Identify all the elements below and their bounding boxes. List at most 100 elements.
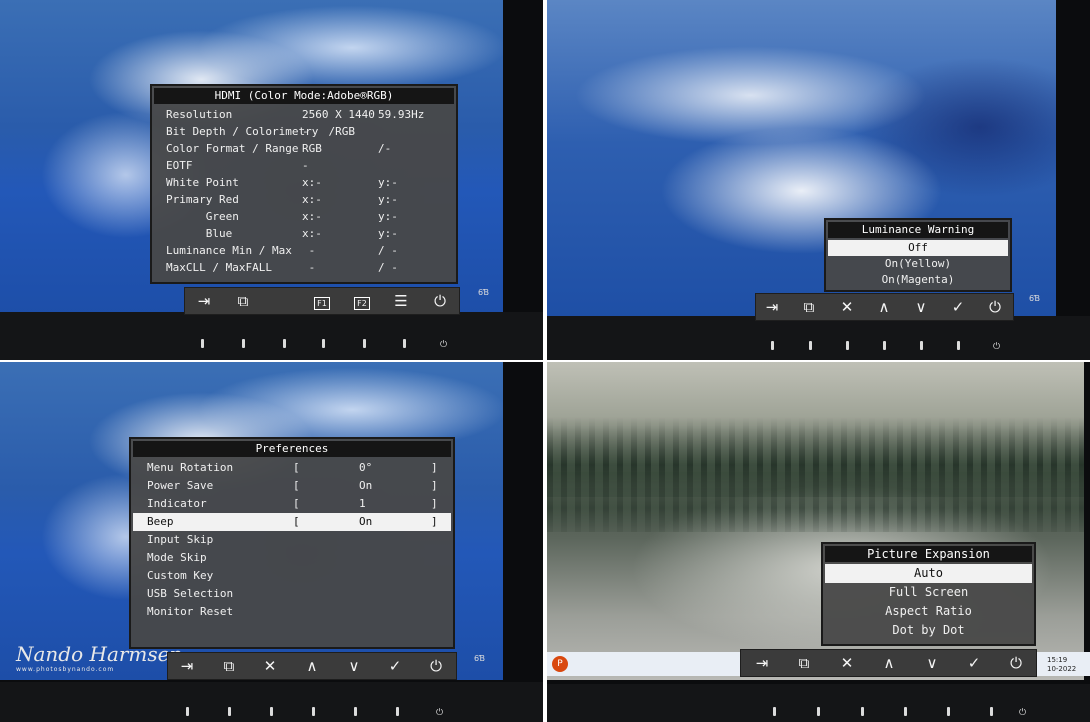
bezel-button[interactable] bbox=[990, 707, 993, 716]
menu-item[interactable]: Custom Key bbox=[133, 567, 451, 585]
osd-button-bar: ⇥ ⧉ F1 F2 ☰ ⏻ bbox=[184, 287, 460, 315]
menu-item-label: Input Skip bbox=[147, 533, 214, 546]
close-icon[interactable]: ✕ bbox=[836, 653, 858, 673]
menu-item[interactable]: Mode Skip bbox=[133, 549, 451, 567]
menu-icon[interactable]: ☰ bbox=[390, 291, 412, 311]
f2-key[interactable]: F2 bbox=[351, 291, 373, 311]
bezel-power-icon[interactable]: ⏻ bbox=[1019, 708, 1026, 718]
signature-name: Nando Harmsen bbox=[16, 642, 183, 666]
color-mode-icon[interactable]: ⧉ bbox=[218, 656, 240, 676]
bezel-button[interactable] bbox=[242, 339, 245, 348]
menu-item-value: On bbox=[359, 515, 373, 528]
bezel-button[interactable] bbox=[771, 341, 774, 350]
power-icon[interactable]: ⏻ bbox=[425, 656, 447, 676]
info-value-1: x:- bbox=[302, 176, 322, 189]
check-icon[interactable]: ✓ bbox=[963, 653, 985, 673]
menu-item[interactable]: Menu Rotation [0°] bbox=[133, 459, 451, 477]
menu-item[interactable]: Beep [On] bbox=[133, 513, 451, 531]
menu-item[interactable]: Monitor Reset bbox=[133, 603, 451, 621]
info-label: MaxCLL / MaxFALL bbox=[166, 261, 272, 274]
bezel-power-icon[interactable]: ⏻ bbox=[993, 342, 1000, 352]
bezel-button[interactable] bbox=[186, 707, 189, 716]
up-arrow-icon[interactable]: ∧ bbox=[301, 656, 323, 676]
up-arrow-icon[interactable]: ∧ bbox=[878, 653, 900, 673]
input-icon[interactable]: ⇥ bbox=[761, 297, 783, 317]
info-value-1: - bbox=[302, 261, 316, 274]
bezel-button[interactable] bbox=[817, 707, 820, 716]
power-icon[interactable]: ⏻ bbox=[1005, 653, 1027, 673]
osd-title: HDMI (Color Mode:Adobe®RGB) bbox=[154, 88, 454, 104]
menu-item[interactable]: Indicator [1] bbox=[133, 495, 451, 513]
bezel-button[interactable] bbox=[809, 341, 812, 350]
menu-option[interactable]: Auto bbox=[825, 564, 1032, 583]
power-icon[interactable]: ⏻ bbox=[984, 297, 1006, 317]
close-icon[interactable]: ✕ bbox=[836, 297, 858, 317]
menu-item-value: On bbox=[359, 479, 373, 492]
menu-item[interactable]: USB Selection bbox=[133, 585, 451, 603]
bezel-power-icon[interactable]: ⏻ bbox=[436, 708, 443, 718]
bezel-button[interactable] bbox=[773, 707, 776, 716]
bezel-button[interactable] bbox=[312, 707, 315, 716]
down-arrow-icon[interactable]: ∨ bbox=[921, 653, 943, 673]
bezel-button[interactable] bbox=[228, 707, 231, 716]
menu-option[interactable]: Dot by Dot bbox=[825, 621, 1032, 640]
bezel-power-icon[interactable]: ⏻ bbox=[440, 340, 447, 350]
menu-option[interactable]: Aspect Ratio bbox=[825, 602, 1032, 621]
info-value-1: - bbox=[302, 244, 316, 257]
bezel-button[interactable] bbox=[322, 339, 325, 348]
color-mode-icon[interactable]: ⧉ bbox=[798, 297, 820, 317]
info-value-1: - /RGB bbox=[302, 125, 355, 138]
down-arrow-icon[interactable]: ∨ bbox=[910, 297, 932, 317]
check-icon[interactable]: ✓ bbox=[384, 656, 406, 676]
signature-url: www.photosbynando.com bbox=[16, 666, 115, 673]
menu-option[interactable]: Off bbox=[828, 240, 1008, 256]
osd-title: Picture Expansion bbox=[825, 546, 1032, 562]
info-value-2: y:- bbox=[378, 176, 398, 189]
bezel-button[interactable] bbox=[403, 339, 406, 348]
bezel-button[interactable] bbox=[846, 341, 849, 350]
powerpoint-icon[interactable]: P bbox=[552, 656, 568, 672]
bezel-button[interactable] bbox=[920, 341, 923, 350]
bezel-button[interactable] bbox=[947, 707, 950, 716]
bezel-button[interactable] bbox=[363, 339, 366, 348]
up-arrow-icon[interactable]: ∧ bbox=[873, 297, 895, 317]
menu-option[interactable]: On(Yellow) bbox=[828, 256, 1008, 272]
menu-item[interactable]: Power Save [On] bbox=[133, 477, 451, 495]
input-icon[interactable]: ⇥ bbox=[751, 653, 773, 673]
check-icon[interactable]: ✓ bbox=[947, 297, 969, 317]
osd-button-bar: ⇥ ⧉ ✕ ∧ ∨ ✓ ⏻ bbox=[755, 293, 1014, 321]
menu-item[interactable]: Input Skip bbox=[133, 531, 451, 549]
menu-item-label: Custom Key bbox=[147, 569, 214, 582]
tray-date: 10-2022 bbox=[1047, 665, 1077, 673]
f1-key[interactable]: F1 bbox=[311, 291, 333, 311]
info-row: White Point x:- y:- bbox=[152, 174, 456, 191]
info-value-1: x:- bbox=[302, 210, 322, 223]
bezel-button[interactable] bbox=[883, 341, 886, 350]
bezel-button[interactable] bbox=[904, 707, 907, 716]
bezel-button[interactable] bbox=[354, 707, 357, 716]
color-mode-icon[interactable]: ⧉ bbox=[232, 291, 254, 311]
info-row: MaxCLL / MaxFALL - / - bbox=[152, 259, 456, 276]
info-row: Blue x:- y:- bbox=[152, 225, 456, 242]
menu-item-label: USB Selection bbox=[147, 587, 234, 600]
menu-option[interactable]: Full Screen bbox=[825, 583, 1032, 602]
power-icon[interactable]: ⏻ bbox=[429, 291, 451, 311]
close-icon[interactable]: ✕ bbox=[259, 656, 281, 676]
color-mode-icon[interactable]: ⧉ bbox=[793, 653, 815, 673]
bezel-button[interactable] bbox=[396, 707, 399, 716]
preferences-osd: Preferences Menu Rotation [0°] Power Save [… bbox=[129, 437, 455, 649]
bezel-button[interactable] bbox=[861, 707, 864, 716]
input-icon[interactable]: ⇥ bbox=[176, 656, 198, 676]
input-icon[interactable]: ⇥ bbox=[193, 291, 215, 311]
bezel-button[interactable] bbox=[201, 339, 204, 348]
f1-key-label: F1 bbox=[314, 297, 330, 310]
monitor-bezel: ⏻ bbox=[547, 684, 1090, 722]
down-arrow-icon[interactable]: ∨ bbox=[343, 656, 365, 676]
info-label: Resolution bbox=[166, 108, 233, 121]
system-tray-clock[interactable]: 15:19 10-2022 bbox=[1047, 656, 1076, 674]
bezel-button[interactable] bbox=[283, 339, 286, 348]
menu-option[interactable]: On(Magenta) bbox=[828, 272, 1008, 288]
panel-luminance-warning: ⏻ Luminance Warning Off On(Yellow) On(Mage… bbox=[547, 0, 1090, 360]
bezel-button[interactable] bbox=[957, 341, 960, 350]
bezel-button[interactable] bbox=[270, 707, 273, 716]
